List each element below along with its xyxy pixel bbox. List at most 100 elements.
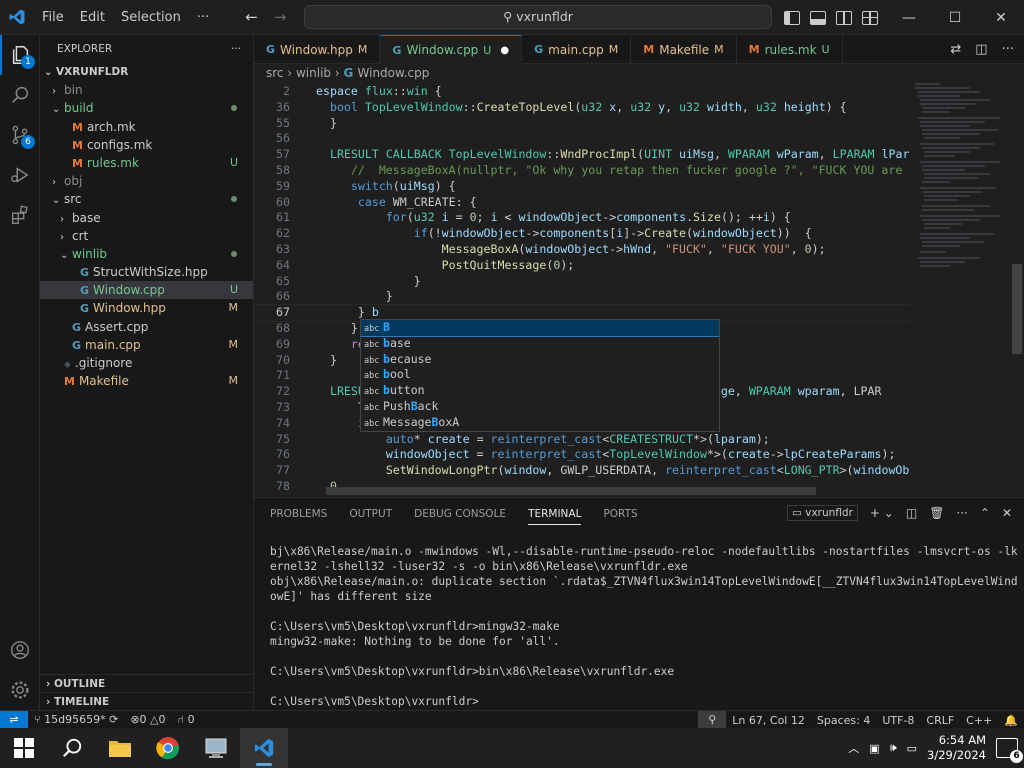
code-line[interactable]: 36 bool TopLevelWindow::CreateTopLevel(u… <box>254 100 910 116</box>
tree-item[interactable]: Gmain.cpp M <box>40 336 253 354</box>
explorer-more-icon[interactable]: ··· <box>231 43 241 55</box>
menu-file[interactable]: File <box>34 0 72 35</box>
network-icon[interactable]: ▣ <box>869 742 879 755</box>
code-line[interactable]: 65 } <box>254 274 910 290</box>
clock[interactable]: 6:54 AM 3/29/2024 <box>927 733 986 763</box>
editor-tab[interactable]: Gmain.cpp M <box>522 35 632 64</box>
split-editor-icon[interactable]: ◫ <box>975 42 987 57</box>
unsaved-dot-icon[interactable]: ● <box>500 45 509 56</box>
cursor-position[interactable]: Ln 67, Col 12 <box>726 714 811 727</box>
tree-item[interactable]: ⌄ src <box>40 190 253 208</box>
code-line[interactable]: 64 PostQuitMessage(0); <box>254 258 910 274</box>
editor-tab[interactable]: G Window.cpp U ● <box>380 35 523 64</box>
split-terminal-icon[interactable]: ◫ <box>906 506 917 520</box>
search-view-icon[interactable] <box>0 75 40 115</box>
code-line[interactable]: 77 SetWindowLongPtr(window, GWLP_USERDAT… <box>254 463 910 479</box>
panel-tab[interactable]: PROBLEMS <box>270 508 327 520</box>
code-line[interactable]: 58 // MessageBoxA(nullptr, "Ok why you r… <box>254 163 910 179</box>
close-button[interactable]: ✕ <box>978 0 1024 35</box>
code-line[interactable]: 60 case WM_CREATE: { <box>254 195 910 211</box>
notifications-bell-icon[interactable]: 🔔 <box>998 714 1024 727</box>
suggestion-item[interactable]: abc base <box>361 336 719 352</box>
outline-section[interactable]: › OUTLINE <box>40 674 254 692</box>
code-line[interactable]: 56 <box>254 131 910 147</box>
tree-item[interactable]: › obj <box>40 172 253 190</box>
zoom-icon[interactable]: ⚲ <box>698 711 727 729</box>
forward-arrow-icon[interactable]: → <box>266 8 295 26</box>
horizontal-scrollbar[interactable] <box>326 487 816 495</box>
language-mode[interactable]: C++ <box>960 714 998 727</box>
tree-item[interactable]: G Window.cpp U <box>40 281 253 300</box>
file-explorer-app-icon[interactable] <box>96 728 144 768</box>
code-line[interactable]: 63 MessageBoxA(windowObject->hWnd, "FUCK… <box>254 242 910 258</box>
code-line[interactable]: 66 } <box>254 289 910 305</box>
code-line[interactable]: 62 if(!windowObject->components[i]->Crea… <box>254 226 910 242</box>
more-panel-icon[interactable]: ··· <box>956 506 967 520</box>
account-icon[interactable] <box>0 630 40 670</box>
compare-icon[interactable]: ⇄ <box>950 42 961 57</box>
tree-item[interactable]: › base <box>40 209 253 227</box>
tree-item[interactable]: ⌄ build <box>40 99 253 117</box>
branch-status[interactable]: ⑂ 15d95659* ⟳ <box>28 713 124 726</box>
command-center-search[interactable]: ⚲ vxrunfldr <box>304 5 772 29</box>
start-button[interactable] <box>0 728 48 768</box>
tree-item[interactable]: March.mk <box>40 118 253 136</box>
breadcrumb-file[interactable]: Window.cpp <box>358 66 430 80</box>
menu-selection[interactable]: Selection <box>113 0 189 35</box>
problems-status[interactable]: ⊗0 △0 <box>124 713 171 726</box>
back-arrow-icon[interactable]: ← <box>237 8 266 26</box>
close-panel-icon[interactable]: ✕ <box>1002 506 1012 520</box>
timeline-section[interactable]: › TIMELINE <box>40 692 254 710</box>
vertical-scrollbar[interactable] <box>1012 264 1022 354</box>
remote-desktop-app-icon[interactable] <box>192 728 240 768</box>
code-line[interactable]: 2 espace flux::win { <box>254 84 910 100</box>
panel-tab[interactable]: PORTS <box>603 508 637 520</box>
suggestion-item[interactable]: abc B <box>361 320 719 337</box>
menu-edit[interactable]: Edit <box>72 0 113 35</box>
code-editor[interactable]: 2 espace flux::win {36 bool TopLevelWindo… <box>254 82 910 494</box>
editor-tab[interactable]: Mrules.mk U <box>737 35 843 64</box>
tree-item[interactable]: ⌄ winlib <box>40 245 253 263</box>
run-debug-icon[interactable] <box>0 155 40 195</box>
panel-tab[interactable]: OUTPUT <box>349 508 392 520</box>
maximize-button[interactable]: ☐ <box>932 0 978 35</box>
indentation[interactable]: Spaces: 4 <box>811 714 876 727</box>
code-line[interactable]: 57 LRESULT CALLBACK TopLevelWindow::WndP… <box>254 147 910 163</box>
code-line[interactable]: 59 switch(uiMsg) { <box>254 179 910 195</box>
tree-item[interactable]: Mconfigs.mk <box>40 136 253 154</box>
suggestion-item[interactable]: abc because <box>361 352 719 368</box>
chrome-app-icon[interactable] <box>144 728 192 768</box>
tree-item[interactable]: ◆ .gitignore <box>40 354 253 372</box>
panel-tab[interactable]: TERMINAL <box>528 503 582 525</box>
new-terminal-icon[interactable]: + ⌄ <box>870 506 894 520</box>
toggle-secondary-sidebar-icon[interactable] <box>836 10 852 25</box>
suggestion-item[interactable]: abc MessageBoxA <box>361 415 719 431</box>
remote-indicator-icon[interactable]: ⇌ <box>0 710 28 729</box>
tree-item[interactable]: G StructWithSize.hpp <box>40 263 253 281</box>
toggle-primary-sidebar-icon[interactable] <box>784 10 800 25</box>
breadcrumb-winlib[interactable]: winlib <box>296 66 331 80</box>
settings-gear-icon[interactable] <box>0 670 40 710</box>
editor-tab[interactable]: G Window.hpp M <box>254 35 381 64</box>
encoding[interactable]: UTF-8 <box>876 714 920 727</box>
extensions-icon[interactable] <box>0 195 40 235</box>
tree-item[interactable]: › bin <box>40 81 253 99</box>
kill-terminal-icon[interactable]: 🗑 <box>929 506 944 520</box>
tray-overflow-chevron-icon[interactable]: ︿ <box>848 740 859 756</box>
workspace-root[interactable]: ⌄ VXRUNFLDR <box>40 63 253 81</box>
breadcrumb-src[interactable]: src <box>266 66 284 80</box>
suggestion-item[interactable]: abc bool <box>361 367 719 383</box>
maximize-panel-icon[interactable]: ⌃ <box>980 506 990 520</box>
explorer-icon[interactable]: 1 <box>0 35 40 75</box>
menu-more[interactable]: ··· <box>189 0 217 35</box>
editor-tab[interactable]: M Makefile M <box>631 35 737 64</box>
source-control-icon[interactable]: 6 <box>0 115 40 155</box>
tree-item[interactable]: › crt <box>40 227 253 245</box>
suggestion-item[interactable]: abc button <box>361 383 719 399</box>
minimap[interactable] <box>910 82 1010 494</box>
notification-center-icon[interactable]: 6 <box>996 738 1023 763</box>
volume-icon[interactable]: 🕪 <box>890 741 897 755</box>
vscode-app-icon[interactable] <box>240 728 288 768</box>
display-icon[interactable]: ▭ <box>907 742 917 755</box>
minimize-button[interactable]: — <box>886 0 932 35</box>
